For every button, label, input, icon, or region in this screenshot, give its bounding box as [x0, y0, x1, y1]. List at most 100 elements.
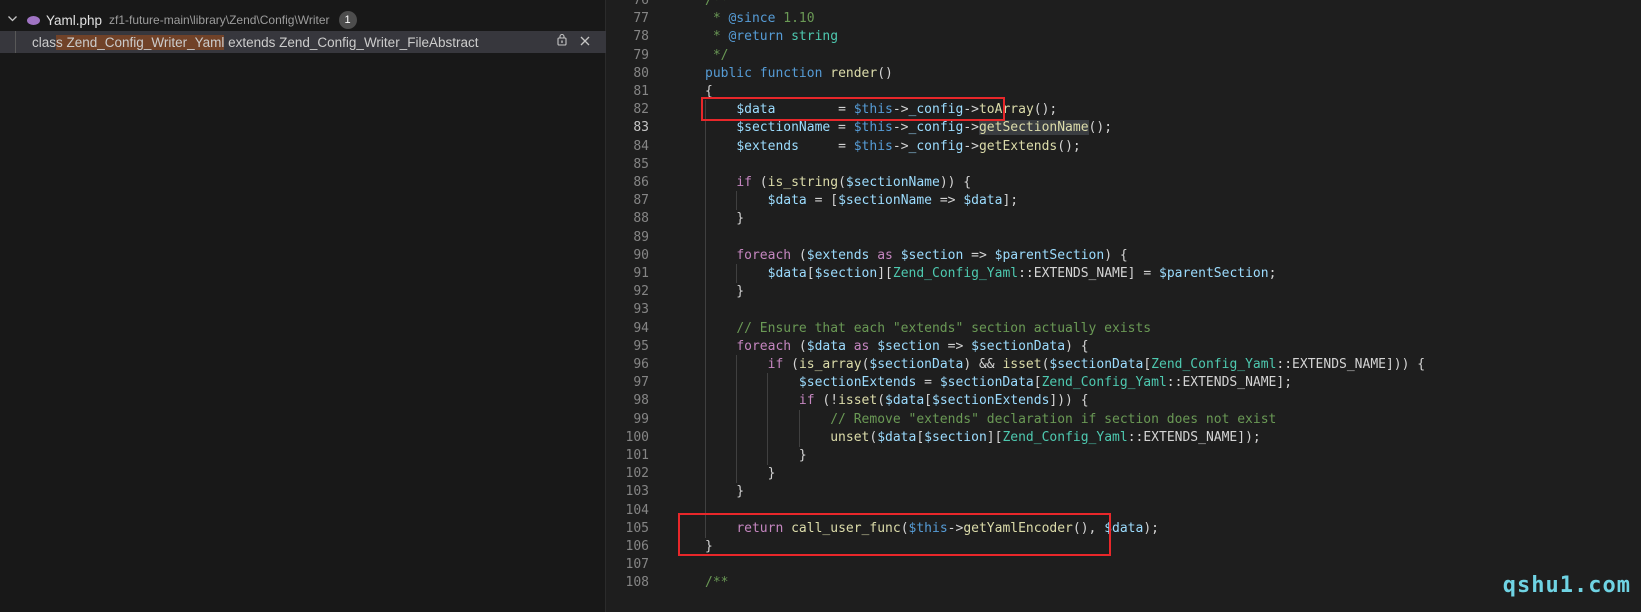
code-token: as [853, 338, 870, 354]
code-token: is_array [798, 357, 862, 372]
code-line[interactable]: 93 [607, 300, 1641, 320]
match-text: class Zend_Config_Writer_Yaml extends Ze… [32, 34, 479, 50]
line-number: 84 [633, 138, 649, 154]
code-token: isset [1002, 357, 1042, 372]
line-number: 89 [633, 229, 649, 245]
code-token: = [798, 138, 854, 154]
code-text: if (is_array($sectionData) && isset($sec… [705, 355, 1426, 374]
code-line[interactable]: 80 public function render() [607, 64, 1641, 83]
code-token: -> [963, 138, 979, 154]
code-line[interactable]: 87 $data = [$sectionName => $data]; [607, 191, 1641, 211]
code-token: $extends [736, 138, 799, 154]
code-token: } [705, 284, 745, 300]
code-token: Zend_Config_Yaml [1002, 429, 1128, 445]
code-token: if [767, 357, 784, 372]
line-number: 94 [633, 320, 649, 336]
search-file-row[interactable]: Yaml.php zf1-future-main\library\Zend\Co… [0, 8, 605, 32]
line-number: 105 [625, 520, 649, 536]
code-line[interactable]: 94 // Ensure that each "extends" section… [607, 318, 1641, 338]
code-line[interactable]: 90 foreach ($extends as $section => $par… [607, 245, 1641, 265]
code-line[interactable]: 108 /** [607, 573, 1641, 592]
code-text: $sectionExtends = $sectionData[Zend_Conf… [705, 373, 1292, 392]
code-line[interactable]: 101 } [607, 446, 1641, 465]
code-line[interactable]: 79 */ [607, 46, 1641, 65]
code-token: ::EXTENDS_NAME]); [1127, 429, 1261, 445]
code-token: $sectionData [939, 375, 1034, 391]
line-number: 107 [625, 557, 649, 573]
line-number: 97 [633, 375, 649, 391]
code-token: => [939, 338, 972, 354]
code-line[interactable]: 107 [607, 555, 1641, 574]
indent-guide [705, 154, 706, 174]
code-token: } [705, 211, 745, 227]
code-token: -> [963, 120, 979, 136]
code-token: [ [916, 429, 925, 445]
code-token: ) && [963, 357, 1003, 372]
line-number: 85 [633, 156, 649, 172]
line-number: 93 [633, 302, 649, 318]
code-line[interactable]: 100 unset($data[$section][Zend_Config_Ya… [607, 427, 1641, 447]
line-number: 78 [633, 29, 649, 45]
code-line[interactable]: 97 $sectionExtends = $sectionData[Zend_C… [607, 373, 1641, 393]
code-token: $sectionName [838, 193, 932, 209]
code-text: * @return string [705, 27, 838, 46]
code-token: ::EXTENDS_NAME] = [1018, 266, 1159, 281]
code-token: (); [1088, 120, 1113, 136]
file-path: zf1-future-main\library\Zend\Config\Writ… [109, 13, 330, 27]
code-line[interactable]: 84 $extends = $this->_config->getExtends… [607, 136, 1641, 156]
code-line[interactable]: 91 $data[$section][Zend_Config_Yaml::EXT… [607, 264, 1641, 283]
line-number: 106 [625, 539, 649, 554]
code-line[interactable]: 78 * @return string [607, 27, 1641, 46]
match-suffix: extends Zend_Config_Writer_FileAbstract [224, 34, 479, 50]
code-line[interactable]: 83 $sectionName = $this->_config->getSec… [607, 118, 1641, 138]
line-number: 103 [625, 484, 649, 500]
code-token: unset [830, 429, 870, 445]
code-line[interactable]: 77 * @since 1.10 [607, 9, 1641, 28]
code-editor[interactable]: 76/** 77 * @since 1.10 78 * @return string… [607, 0, 1641, 612]
close-icon[interactable] [576, 33, 594, 51]
code-line[interactable]: 89 [607, 227, 1641, 247]
code-line[interactable]: 88 } [607, 209, 1641, 229]
line-number: 77 [633, 11, 649, 27]
code-token: )) { [939, 175, 972, 190]
indent-guide [705, 300, 706, 320]
code-line[interactable]: 98 if (!isset($data[$sectionExtends])) { [607, 391, 1641, 411]
code-text: public function render() [705, 64, 893, 83]
code-line[interactable]: 103 } [607, 482, 1641, 502]
code-line[interactable]: 102 } [607, 464, 1641, 484]
code-token: // Ensure that each "extends" section ac… [736, 320, 1152, 336]
search-match-row[interactable]: class Zend_Config_Writer_Yaml extends Ze… [0, 31, 606, 53]
code-line[interactable]: 85 [607, 154, 1641, 174]
code-line[interactable]: 96 if (is_array($sectionData) && isset($… [607, 355, 1641, 374]
code-token: ])) { [1049, 393, 1089, 409]
code-token: ][ [877, 266, 893, 281]
line-number: 80 [633, 65, 649, 81]
code-token: () [877, 65, 893, 81]
code-line[interactable]: 86 if (is_string($sectionName)) { [607, 173, 1641, 192]
code-line[interactable]: 99 // Remove "extends" declaration if se… [607, 409, 1641, 429]
code-token: foreach [736, 247, 792, 263]
code-line[interactable]: 92 } [607, 282, 1641, 302]
code-token: $sectionData [1049, 357, 1144, 372]
match-prefix: clas [32, 34, 57, 50]
code-token: $this [853, 138, 893, 154]
code-token: $parentSection [994, 247, 1105, 263]
code-token: -> [892, 138, 909, 154]
replace-icon[interactable] [553, 33, 571, 51]
chevron-down-icon[interactable] [7, 13, 21, 27]
line-number: 86 [633, 175, 649, 190]
code-token: $data [963, 193, 1003, 209]
line-number: 108 [625, 575, 649, 591]
code-line[interactable]: 95 foreach ($data as $section => $sectio… [607, 336, 1641, 356]
code-token: } [705, 484, 745, 500]
code-token: [ [1143, 357, 1152, 372]
